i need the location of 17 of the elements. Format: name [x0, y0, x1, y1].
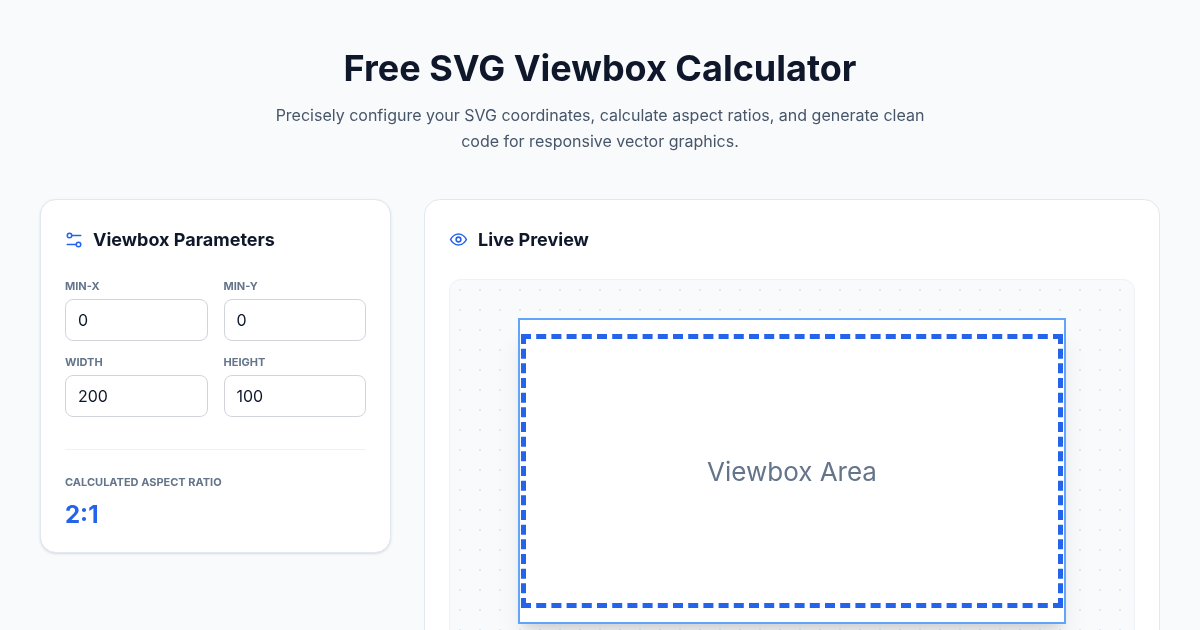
- number-input[interactable]: 100: [223, 375, 366, 417]
- number-input[interactable]: 0: [65, 299, 208, 341]
- page-subtitle: Precisely configure your SVG coordinates, calculate aspect ratios, and generate clean code for responsive vector graphics.: [274, 104, 926, 153]
- field-label: MIN-Y: [223, 279, 259, 293]
- sliders-icon: [65, 230, 83, 249]
- page-title: Free SVG Viewbox Calculator: [343, 46, 857, 90]
- field-label: WIDTH: [65, 355, 104, 369]
- ratio-value: 2:1: [65, 498, 100, 531]
- number-input[interactable]: 0: [223, 299, 366, 341]
- number-input[interactable]: 200: [65, 375, 208, 417]
- field-label: MIN-X: [65, 279, 101, 293]
- viewbox-area-text: Viewbox Area: [707, 454, 877, 489]
- eye-icon: [449, 230, 468, 249]
- card-title: Viewbox Parameters: [93, 228, 275, 252]
- field-label: HEIGHT: [223, 355, 267, 369]
- card-title: Live Preview: [478, 228, 589, 252]
- ratio-label: CALCULATED ASPECT RATIO: [65, 474, 223, 491]
